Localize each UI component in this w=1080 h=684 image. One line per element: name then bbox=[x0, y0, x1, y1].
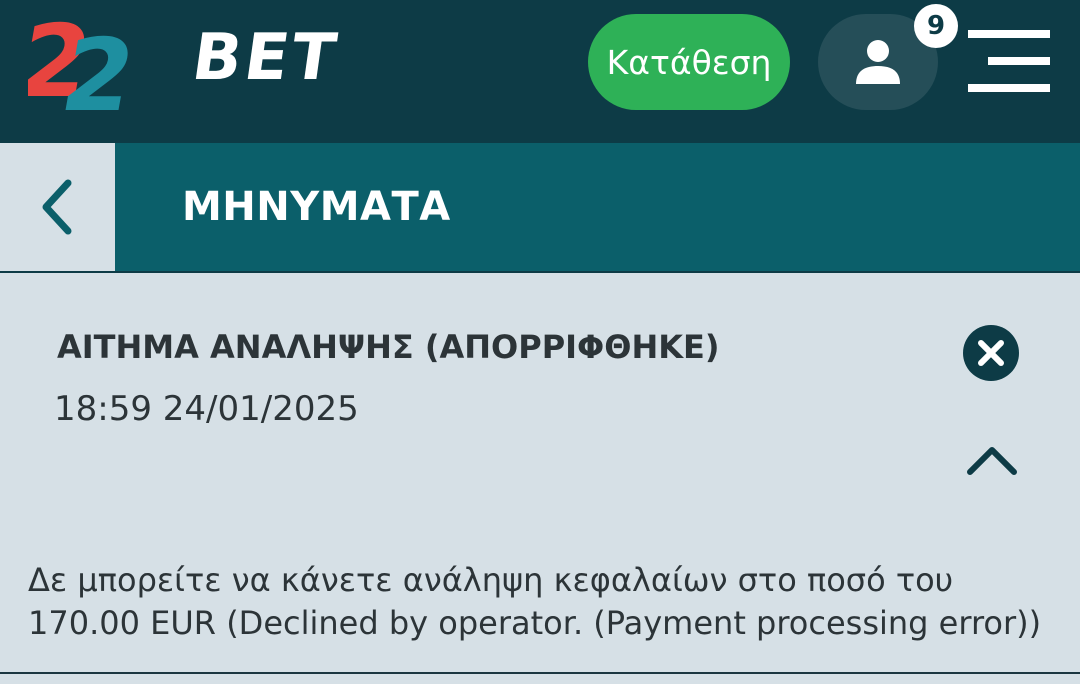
back-button[interactable] bbox=[0, 143, 115, 271]
delete-message-button[interactable] bbox=[963, 325, 1019, 381]
deposit-button[interactable]: Κατάθεση bbox=[588, 14, 790, 110]
logo-text: BET bbox=[187, 21, 344, 95]
menu-button[interactable] bbox=[968, 30, 1050, 94]
collapse-message-button[interactable] bbox=[966, 440, 1018, 480]
page-title: ΜΗΝΥΜΑΤΑ bbox=[182, 184, 451, 230]
chevron-left-icon bbox=[42, 179, 71, 235]
hamburger-menu-icon bbox=[968, 30, 1050, 38]
close-circle-icon bbox=[963, 325, 1019, 381]
brand-logo[interactable]: 2 2 BET bbox=[28, 6, 343, 121]
notification-badge: 9 bbox=[914, 4, 958, 48]
hamburger-line bbox=[968, 84, 1050, 92]
chevron-up-icon bbox=[967, 447, 1017, 475]
page-header bbox=[0, 143, 1080, 271]
divider bbox=[0, 271, 1080, 273]
hamburger-line bbox=[988, 57, 1050, 65]
logo-22-icon: 2 2 bbox=[28, 6, 144, 121]
divider bbox=[0, 672, 1080, 674]
message-datetime: 18:59 24/01/2025 bbox=[54, 389, 359, 429]
message-body: Δε μπορείτε να κάνετε ανάληψη κεφαλαίων … bbox=[28, 561, 1042, 642]
user-icon bbox=[856, 40, 900, 84]
message-title: ΑΙΤΗΜΑ ΑΝΑΛΗΨΗΣ (ΑΠΟΡΡΙΦΘΗΚΕ) bbox=[57, 328, 720, 366]
